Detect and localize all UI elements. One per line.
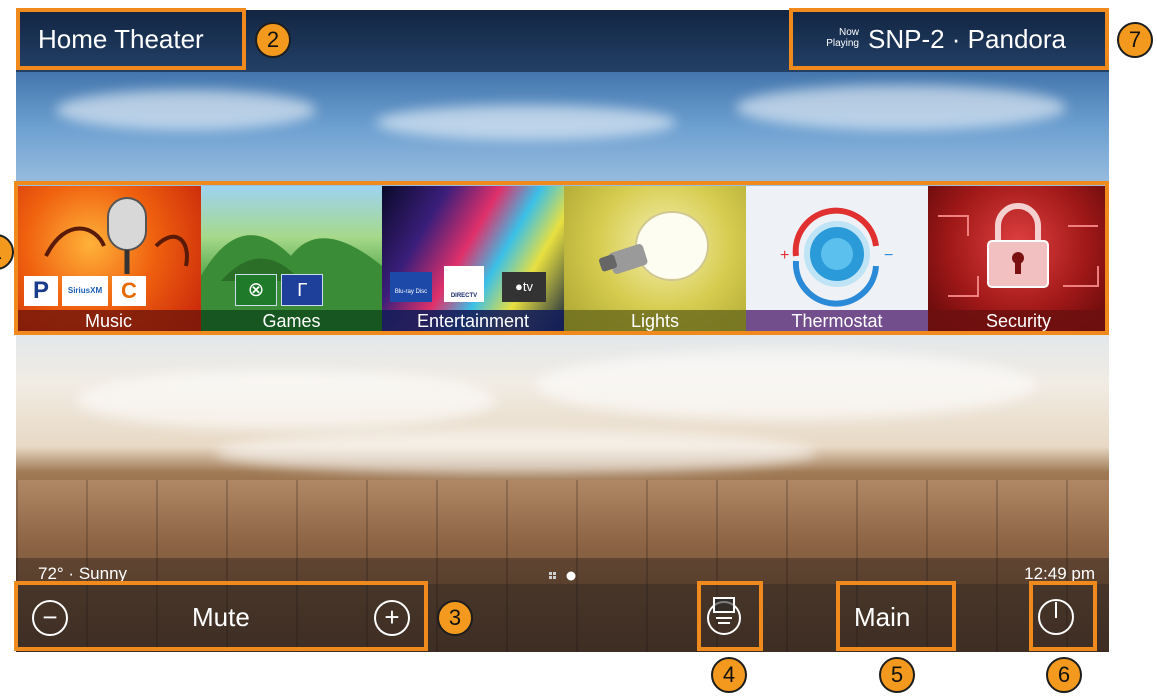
cloud: [376, 105, 676, 140]
callout-box-room-title: [16, 8, 246, 70]
cloud: [76, 370, 496, 430]
callout-box-main: [836, 581, 956, 651]
callout-box-tiles: [14, 181, 1109, 335]
callout-badge-3: 3: [437, 600, 473, 636]
callout-badge-5: 5: [879, 657, 915, 693]
callout-box-power: [1029, 581, 1097, 651]
callout-box-volume: [14, 581, 428, 651]
callout-box-source: [697, 581, 763, 651]
callout-box-now-playing: [789, 8, 1109, 70]
grid-dot-icon: [553, 576, 556, 579]
active-page-dot: [566, 571, 576, 581]
cloud: [736, 85, 1066, 130]
callout-badge-1: 1: [0, 234, 14, 270]
grid-dot-icon: [553, 572, 556, 575]
callout-badge-2: 2: [255, 22, 291, 58]
cloud: [56, 90, 316, 130]
grid-dot-icon: [549, 576, 552, 579]
cloud: [536, 350, 1036, 420]
grid-dot-icon: [549, 572, 552, 575]
callout-badge-4: 4: [711, 657, 747, 693]
cloud: [216, 430, 816, 475]
callout-badge-6: 6: [1046, 657, 1082, 693]
callout-badge-7: 7: [1117, 22, 1153, 58]
